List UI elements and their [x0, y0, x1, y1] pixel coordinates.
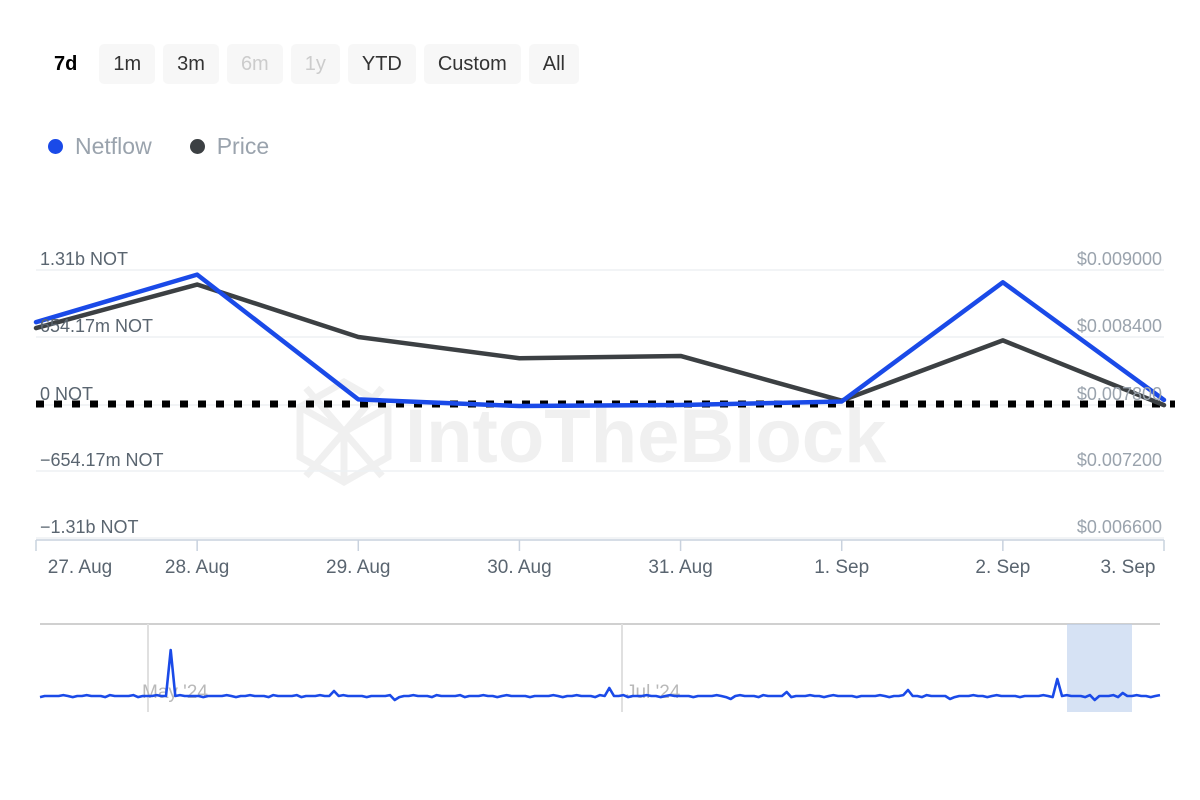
right-axis-tick-label: $0.006600: [1077, 517, 1162, 537]
right-axis-labels: $0.009000 $0.008400 $0.007800 $0.007200 $0.0…: [1077, 249, 1162, 537]
x-axis-tick-label: 31. Aug: [648, 557, 712, 578]
range-button-ytd[interactable]: YTD: [348, 44, 416, 84]
left-axis-tick-label: 1.31b NOT: [40, 249, 128, 269]
left-axis-tick-label: −654.17m NOT: [40, 450, 164, 470]
legend-label: Price: [217, 133, 269, 160]
right-axis-tick-label: $0.009000: [1077, 249, 1162, 269]
range-selector: 7d1m3m6m1yYTDCustomAll: [40, 44, 579, 84]
right-axis-tick-label: $0.007800: [1077, 384, 1162, 404]
navigator-svg[interactable]: May '24 Jul '24: [0, 612, 1200, 722]
range-button-1m[interactable]: 1m: [99, 44, 155, 84]
x-axis-tick-label: 1. Sep: [814, 557, 869, 578]
legend-item-netflow[interactable]: Netflow: [48, 133, 152, 160]
chart-navigator[interactable]: May '24 Jul '24 II II III: [0, 612, 1200, 752]
navigator-background: [40, 624, 1160, 712]
legend-item-price[interactable]: Price: [190, 133, 269, 160]
left-axis-tick-label: 0 NOT: [40, 384, 93, 404]
range-button-1y: 1y: [291, 44, 340, 84]
netflow-series-line[interactable]: [36, 275, 1164, 406]
range-button-all[interactable]: All: [529, 44, 579, 84]
navigator-month-label: Jul '24: [626, 682, 681, 703]
range-button-7d[interactable]: 7d: [40, 44, 91, 84]
x-axis-tick-label: 27. Aug: [48, 557, 112, 578]
legend-label: Netflow: [75, 133, 152, 160]
left-axis-tick-label: −1.31b NOT: [40, 517, 139, 537]
left-axis-tick-label: 654.17m NOT: [40, 316, 153, 336]
x-axis-tick-label: 28. Aug: [165, 557, 229, 578]
x-axis-ticks: [36, 540, 1164, 551]
x-axis-tick-label: 2. Sep: [975, 557, 1030, 578]
chart-svg: IntoTheBlock 1.31b NOT 654.17m NOT 0 NOT −6…: [0, 230, 1200, 590]
chart-page: 7d1m3m6m1yYTDCustomAll Netflow Price Into…: [0, 0, 1200, 800]
watermark-logo-icon: [300, 382, 388, 482]
right-axis-tick-label: $0.007200: [1077, 450, 1162, 470]
legend-dot-icon: [48, 139, 63, 154]
x-axis-tick-label: 30. Aug: [487, 557, 551, 578]
watermark: IntoTheBlock: [300, 382, 887, 482]
legend-dot-icon: [190, 139, 205, 154]
right-axis-tick-label: $0.008400: [1077, 316, 1162, 336]
x-axis-tick-label: 29. Aug: [326, 557, 390, 578]
x-axis-labels: 27. Aug 28. Aug 29. Aug 30. Aug 31. Aug 1. Se…: [48, 557, 1156, 578]
chart-legend: Netflow Price: [48, 133, 269, 160]
navigator-selected-range[interactable]: [1067, 624, 1132, 712]
price-series-line[interactable]: [36, 285, 1164, 406]
x-axis-tick-label: 3. Sep: [1101, 557, 1156, 578]
range-button-custom[interactable]: Custom: [424, 44, 521, 84]
main-chart: IntoTheBlock 1.31b NOT 654.17m NOT 0 NOT −6…: [0, 230, 1200, 590]
range-button-3m[interactable]: 3m: [163, 44, 219, 84]
range-button-6m: 6m: [227, 44, 283, 84]
